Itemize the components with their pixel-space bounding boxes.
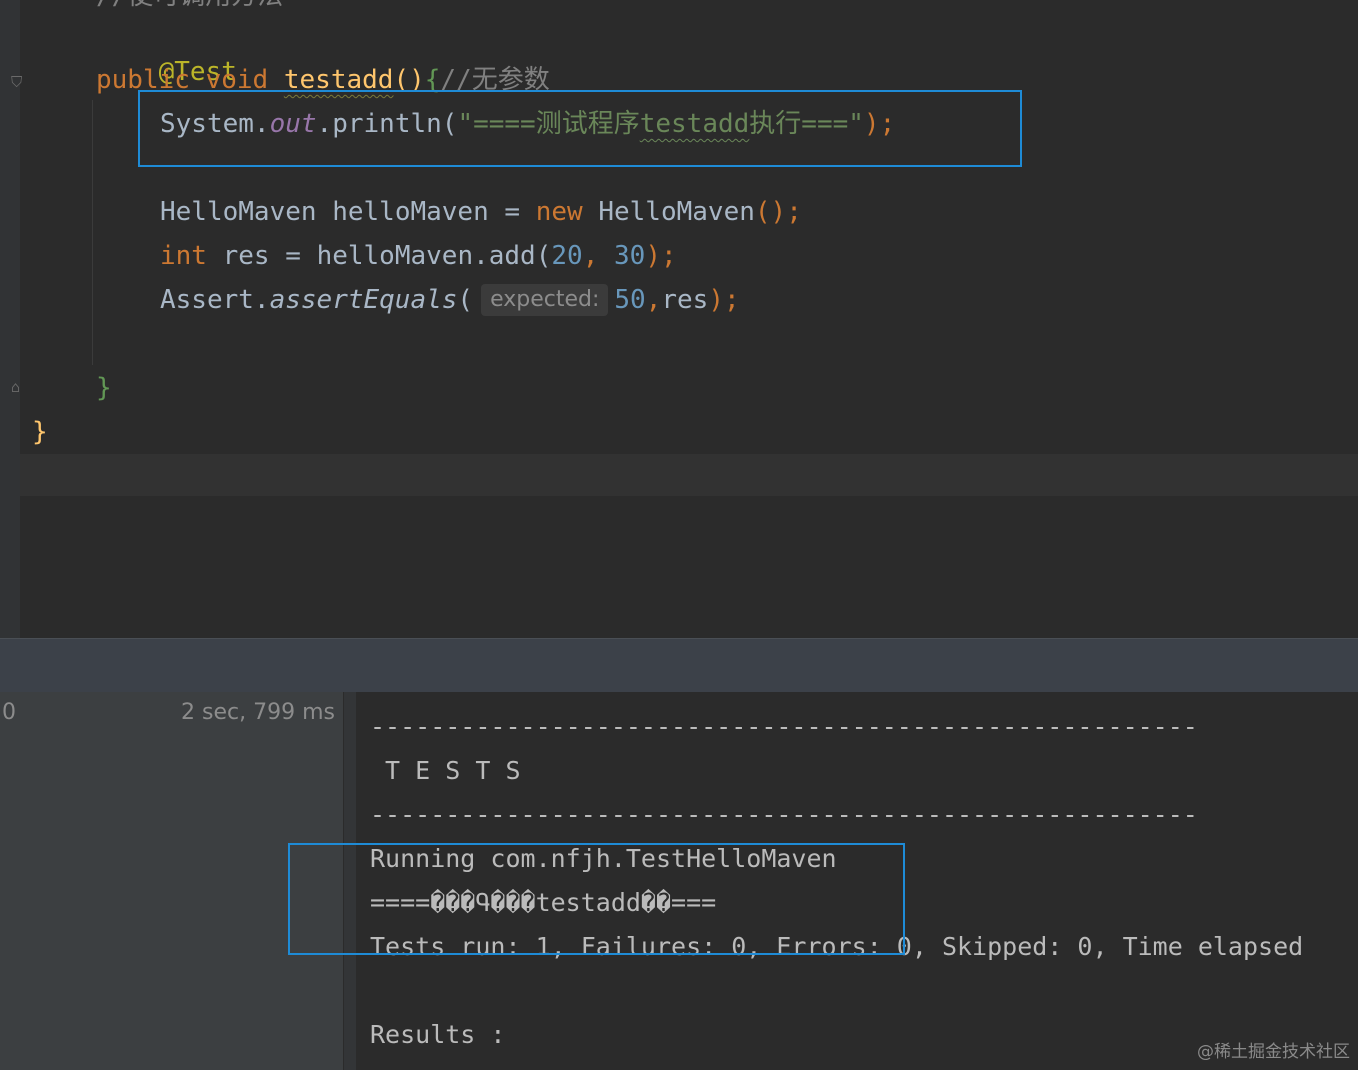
assign-op: = — [504, 197, 521, 227]
console-line-results: Results : — [370, 1020, 506, 1049]
ctor-close: (); — [754, 197, 802, 227]
add-call: helloMaven.add( — [316, 241, 552, 271]
parameter-hint-expected: expected: — [481, 284, 609, 316]
current-line-highlight — [20, 454, 1358, 496]
assert-close: ); — [708, 285, 740, 315]
arg-20: 20 — [551, 241, 583, 271]
console-line-separator-top: ----------------------------------------… — [370, 712, 1198, 741]
method-close-brace: } — [96, 373, 112, 403]
var-res: res — [222, 241, 270, 271]
type-hellomaven: HelloMaven — [160, 197, 317, 227]
code-editor[interactable]: ⛉ ⌂ //使可调用方法 @Test public void testadd()… — [0, 0, 1358, 638]
editor-gutter — [0, 0, 20, 638]
int-keyword: int — [160, 241, 207, 271]
ctor-hellomaven: HelloMaven — [598, 197, 755, 227]
code-line-assert: Assert.assertEquals(expected: 50,res); — [160, 284, 740, 316]
arg-res: res — [661, 285, 709, 315]
code-line-new-instance: HelloMaven helloMaven = new HelloMaven()… — [160, 194, 802, 230]
assert-method: assertEquals — [269, 285, 458, 315]
test-duration: 2 sec, 799 ms — [181, 700, 335, 725]
fold-end-icon[interactable]: ⌂ — [11, 378, 27, 396]
console-line-separator-bottom: ----------------------------------------… — [370, 800, 1198, 829]
indent-guide — [92, 100, 93, 365]
assert-open: ( — [457, 285, 474, 315]
console-highlight-box — [288, 843, 905, 955]
var-hellomaven: helloMaven — [332, 197, 489, 227]
tool-window-header[interactable] — [0, 638, 1358, 693]
class-close-brace: } — [32, 417, 48, 447]
code-line-add-call: int res = helloMaven.add(20, 30); — [160, 241, 677, 271]
watermark: @稀土掘金技术社区 — [1197, 1042, 1350, 1062]
fold-collapse-icon[interactable]: ⛉ — [11, 73, 27, 91]
arg-50: 50 — [614, 285, 646, 315]
add-close: ); — [645, 241, 677, 271]
console-line-tests-header: T E S T S — [370, 756, 521, 785]
test-count-partial: 0 — [2, 700, 16, 725]
println-highlight-box — [138, 90, 1022, 167]
assert-class: Assert. — [160, 285, 270, 315]
new-keyword: new — [535, 197, 583, 227]
code-line-comment-partial: //使可调用方法 — [96, 0, 283, 14]
arg-30: 30 — [614, 241, 646, 271]
